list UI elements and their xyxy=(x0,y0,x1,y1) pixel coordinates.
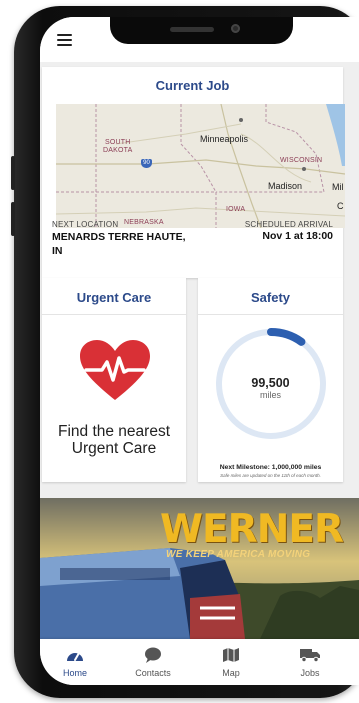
nav-item-home[interactable]: Home xyxy=(45,639,105,685)
volume-up-button xyxy=(11,156,15,190)
phone-notch xyxy=(110,17,293,44)
camera-icon xyxy=(231,24,240,33)
next-location-value: MENARDS TERRE HAUTE, IN xyxy=(52,231,186,257)
nav-item-jobs[interactable]: Jobs xyxy=(280,639,340,685)
truck-icon xyxy=(300,649,320,662)
interstate-shield-icon: 90 xyxy=(141,159,152,168)
map-label-wisconsin: WISCONSIN xyxy=(280,157,323,164)
current-job-title: Current Job xyxy=(155,78,230,93)
safety-miles-unit: miles xyxy=(259,390,281,400)
dashboard-icon xyxy=(67,652,83,661)
safety-miles-value: 99,500 xyxy=(251,376,290,390)
nav-label-home: Home xyxy=(62,668,87,678)
map-label-mil: Mil xyxy=(332,182,344,192)
heartbeat-icon xyxy=(80,340,150,400)
bottom-navigation: Home Contacts Map Jobs xyxy=(40,639,359,685)
map-graphic xyxy=(56,104,345,228)
card-divider xyxy=(198,314,343,315)
nav-label-jobs: Jobs xyxy=(300,668,320,678)
chat-icon xyxy=(145,647,161,663)
card-divider xyxy=(42,314,186,315)
app-screen: Current Job SOUTH DAKOTA Minneapolis WIS… xyxy=(40,17,359,685)
nav-label-map: Map xyxy=(222,668,240,678)
nav-item-contacts[interactable]: Contacts xyxy=(123,639,183,685)
nav-label-contacts: Contacts xyxy=(135,668,171,678)
werner-banner[interactable]: WERNER WE KEEP AMERICA MOVING xyxy=(40,498,359,639)
nav-item-map[interactable]: Map xyxy=(201,639,261,685)
urgent-care-title: Urgent Care xyxy=(76,290,152,305)
map-label-iowa: IOWA xyxy=(226,206,246,213)
scheduled-arrival-label: SCHEDULED ARRIVAL xyxy=(244,220,333,229)
safety-footnote: Safe miles are updated on the 11th of ea… xyxy=(220,473,321,478)
speaker-grille xyxy=(170,27,214,32)
map-label-nebraska: NEBRASKA xyxy=(124,219,164,226)
map-label-madison: Madison xyxy=(268,181,303,191)
safety-progress-arc xyxy=(267,328,306,346)
safety-next-milestone: Next Milestone: 1,000,000 miles xyxy=(219,464,322,471)
top-app-bar xyxy=(40,17,359,62)
banner-tagline: WE KEEP AMERICA MOVING xyxy=(166,549,311,560)
hamburger-icon[interactable] xyxy=(57,34,72,46)
safety-card[interactable]: Safety 99,500 miles Next Milestone: 1,00… xyxy=(198,278,343,482)
urgent-care-card[interactable]: Urgent Care Find the nearest Urgent Care xyxy=(42,278,186,482)
route-map[interactable]: SOUTH DAKOTA Minneapolis WISCONSIN Madis… xyxy=(56,104,345,228)
map-label-c: C xyxy=(337,201,344,211)
map-label-minneapolis: Minneapolis xyxy=(200,134,249,144)
next-location-label: NEXT LOCATION xyxy=(52,220,119,229)
banner-brand: WERNER xyxy=(160,507,344,552)
map-icon xyxy=(223,648,239,662)
volume-down-button xyxy=(11,202,15,236)
scheduled-arrival-value: Nov 1 at 18:00 xyxy=(262,230,333,242)
safety-title: Safety xyxy=(250,290,291,305)
urgent-care-text: Find the nearest Urgent Care xyxy=(57,423,170,457)
map-label-south-dakota: SOUTH DAKOTA xyxy=(103,139,133,154)
